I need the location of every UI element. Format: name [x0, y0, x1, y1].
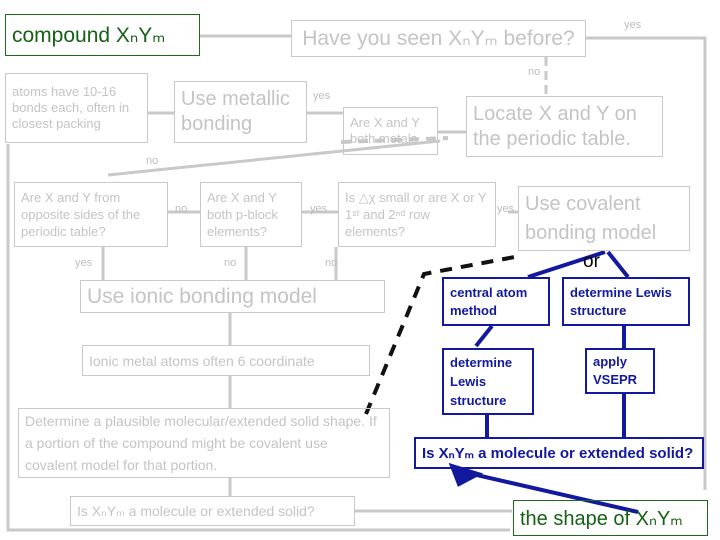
node-determine-lewis-right-label: determine Lewis structure: [570, 284, 672, 318]
node-have-you-seen[interactable]: Have you seen XₙYₘ before?: [291, 20, 586, 57]
node-are-both-metals-label: Are X and Y both metals: [350, 115, 420, 146]
node-atoms-have[interactable]: atoms have 10-16 bonds each, often in cl…: [5, 73, 148, 143]
node-is-molecule-blue-label: Is XₙYₘ a molecule or extended solid?: [422, 445, 694, 462]
edge-label-no-left-diagonal: no: [146, 155, 159, 167]
node-is-molecule-blue[interactable]: Is XₙYₘ a molecule or extended solid?: [414, 437, 704, 469]
node-compound[interactable]: compound XₙYₘ: [5, 14, 200, 56]
node-use-ionic-label: Use ionic bonding model: [87, 284, 317, 308]
node-determine-lewis-right[interactable]: determine Lewis structure: [562, 277, 690, 326]
edge-label-yes-opposite-sides: yes: [75, 257, 93, 269]
node-atoms-have-label: atoms have 10-16 bonds each, often in cl…: [12, 84, 130, 131]
node-locate-xy-label: Locate X and Y on the periodic table.: [473, 102, 637, 150]
edge-label-no-have-you-seen: no: [528, 66, 541, 78]
edge-label-yes-after-metallic: yes: [313, 90, 331, 102]
node-have-you-seen-label: Have you seen XₙYₘ before?: [302, 27, 575, 50]
node-central-atom-method[interactable]: central atom method: [442, 277, 550, 326]
node-opposite-sides-label: Are X and Y from opposite sides of the p…: [21, 190, 141, 239]
node-ionic-6-coordinate-label: Ionic metal atoms often 6 coordinate: [89, 352, 315, 369]
node-determine-lewis-left-label: determine Lewis structure: [450, 355, 513, 408]
edge-label-yes-p-block: yes: [310, 203, 328, 215]
node-apply-vsepr-label: apply VSEPR: [593, 354, 638, 387]
node-is-molecule-gray-label: Is XₙYₘ a molecule or extended solid?: [77, 502, 315, 519]
node-are-both-metals[interactable]: Are X and Y both metals: [343, 107, 438, 155]
node-delta-chi-label: Is △χ small or are X or Y 1ˢᵗ and 2ⁿᵈ ro…: [345, 190, 487, 239]
edge-label-yes-top-right: yes: [624, 19, 642, 31]
node-delta-chi[interactable]: Is △χ small or are X or Y 1ˢᵗ and 2ⁿᵈ ro…: [338, 182, 496, 247]
node-use-metallic[interactable]: Use metallic bonding: [174, 81, 307, 143]
edge-label-yes-delta-chi: yes: [497, 203, 515, 215]
node-use-covalent-label: Use covalent bonding model: [525, 192, 657, 244]
node-determine-lewis-left[interactable]: determine Lewis structure: [442, 348, 534, 415]
node-the-shape[interactable]: the shape of XₙYₘ: [513, 500, 708, 536]
node-use-covalent[interactable]: Use covalent bonding model: [518, 186, 690, 251]
node-central-atom-method-label: central atom method: [450, 284, 528, 318]
node-apply-vsepr[interactable]: apply VSEPR: [585, 348, 655, 394]
node-locate-xy[interactable]: Locate X and Y on the periodic table.: [466, 96, 663, 157]
edge-label-no-delta-chi: no: [325, 257, 338, 269]
edge-label-no-p-block: no: [224, 257, 237, 269]
edge-label-no-opposite-sides: no: [175, 203, 188, 215]
node-both-p-block-label: Are X and Y both p-block elements?: [207, 190, 278, 239]
node-determine-plausible[interactable]: Determine a plausible molecular/extended…: [18, 408, 390, 478]
node-compound-label: compound XₙYₘ: [12, 23, 166, 47]
node-opposite-sides[interactable]: Are X and Y from opposite sides of the p…: [14, 182, 168, 247]
node-determine-plausible-label: Determine a plausible molecular/extended…: [25, 413, 377, 473]
node-both-p-block[interactable]: Are X and Y both p-block elements?: [200, 182, 302, 247]
node-use-ionic[interactable]: Use ionic bonding model: [80, 280, 385, 313]
node-ionic-6-coordinate[interactable]: Ionic metal atoms often 6 coordinate: [82, 345, 370, 376]
node-is-molecule-gray[interactable]: Is XₙYₘ a molecule or extended solid?: [70, 496, 355, 526]
node-the-shape-label: the shape of XₙYₘ: [520, 507, 683, 530]
flowchart-canvas: compound XₙYₘ Have you seen XₙYₘ before?…: [0, 0, 720, 540]
node-use-metallic-label: Use metallic bonding: [181, 88, 290, 135]
or-label: or: [583, 251, 600, 272]
